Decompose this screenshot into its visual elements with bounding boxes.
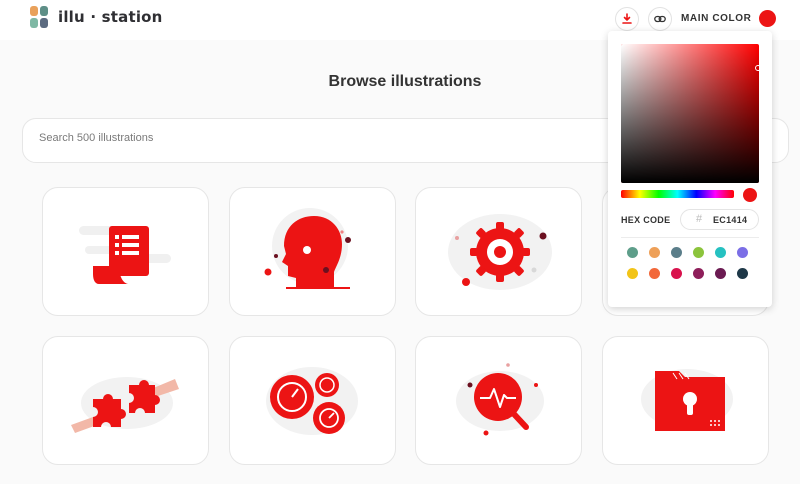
- puzzle-hands-icon: [71, 377, 179, 433]
- preset-color-swatch[interactable]: [693, 247, 704, 258]
- preset-color-swatch[interactable]: [693, 268, 704, 279]
- hex-code-label: HEX CODE: [621, 215, 671, 225]
- preset-color-swatch[interactable]: [737, 268, 748, 279]
- logo[interactable]: illu · station: [30, 6, 163, 28]
- main-color-label: MAIN COLOR: [681, 13, 752, 24]
- illustration-card-document[interactable]: [42, 187, 209, 316]
- illustration-card-folder[interactable]: [602, 336, 769, 465]
- illustration-card-gauges[interactable]: [229, 336, 396, 465]
- logo-text: illu · station: [58, 8, 163, 26]
- virus-icon: [448, 214, 552, 290]
- main-color-swatch[interactable]: [759, 10, 776, 27]
- preset-color-swatch[interactable]: [627, 247, 638, 258]
- divider: [621, 237, 759, 238]
- download-button[interactable]: [615, 7, 639, 31]
- preset-color-swatch[interactable]: [715, 247, 726, 258]
- head-profile-icon: [264, 208, 351, 289]
- preset-color-swatch[interactable]: [671, 247, 682, 258]
- preset-color-swatch[interactable]: [649, 268, 660, 279]
- current-color-swatch: [743, 188, 757, 202]
- download-icon: [622, 13, 632, 24]
- hex-code-field[interactable]: # EC1414: [680, 209, 759, 230]
- search-pulse-icon: [456, 363, 544, 436]
- document-list-icon: [79, 226, 171, 284]
- illustration-card-virus[interactable]: [415, 187, 582, 316]
- hue-slider[interactable]: [621, 190, 734, 198]
- illustration-card-head[interactable]: [229, 187, 396, 316]
- illustration-card-search-pulse[interactable]: [415, 336, 582, 465]
- logo-mark-icon: [30, 6, 50, 28]
- preset-color-swatch[interactable]: [737, 247, 748, 258]
- preset-color-swatch[interactable]: [627, 268, 638, 279]
- preset-color-swatch[interactable]: [649, 247, 660, 258]
- saturation-handle[interactable]: [755, 65, 759, 71]
- illustration-card-puzzle[interactable]: [42, 336, 209, 465]
- locked-folder-icon: [641, 369, 733, 431]
- hash-icon: #: [696, 213, 703, 225]
- preset-color-swatch[interactable]: [715, 268, 726, 279]
- copy-link-button[interactable]: [648, 7, 672, 31]
- preset-color-swatch[interactable]: [671, 268, 682, 279]
- link-icon: [654, 15, 666, 23]
- hex-code-value[interactable]: EC1414: [713, 215, 747, 225]
- color-picker-popover: HEX CODE # EC1414: [608, 31, 772, 307]
- gauges-icon: [266, 367, 358, 435]
- search-input[interactable]: [39, 132, 599, 144]
- saturation-value-area[interactable]: [621, 44, 759, 183]
